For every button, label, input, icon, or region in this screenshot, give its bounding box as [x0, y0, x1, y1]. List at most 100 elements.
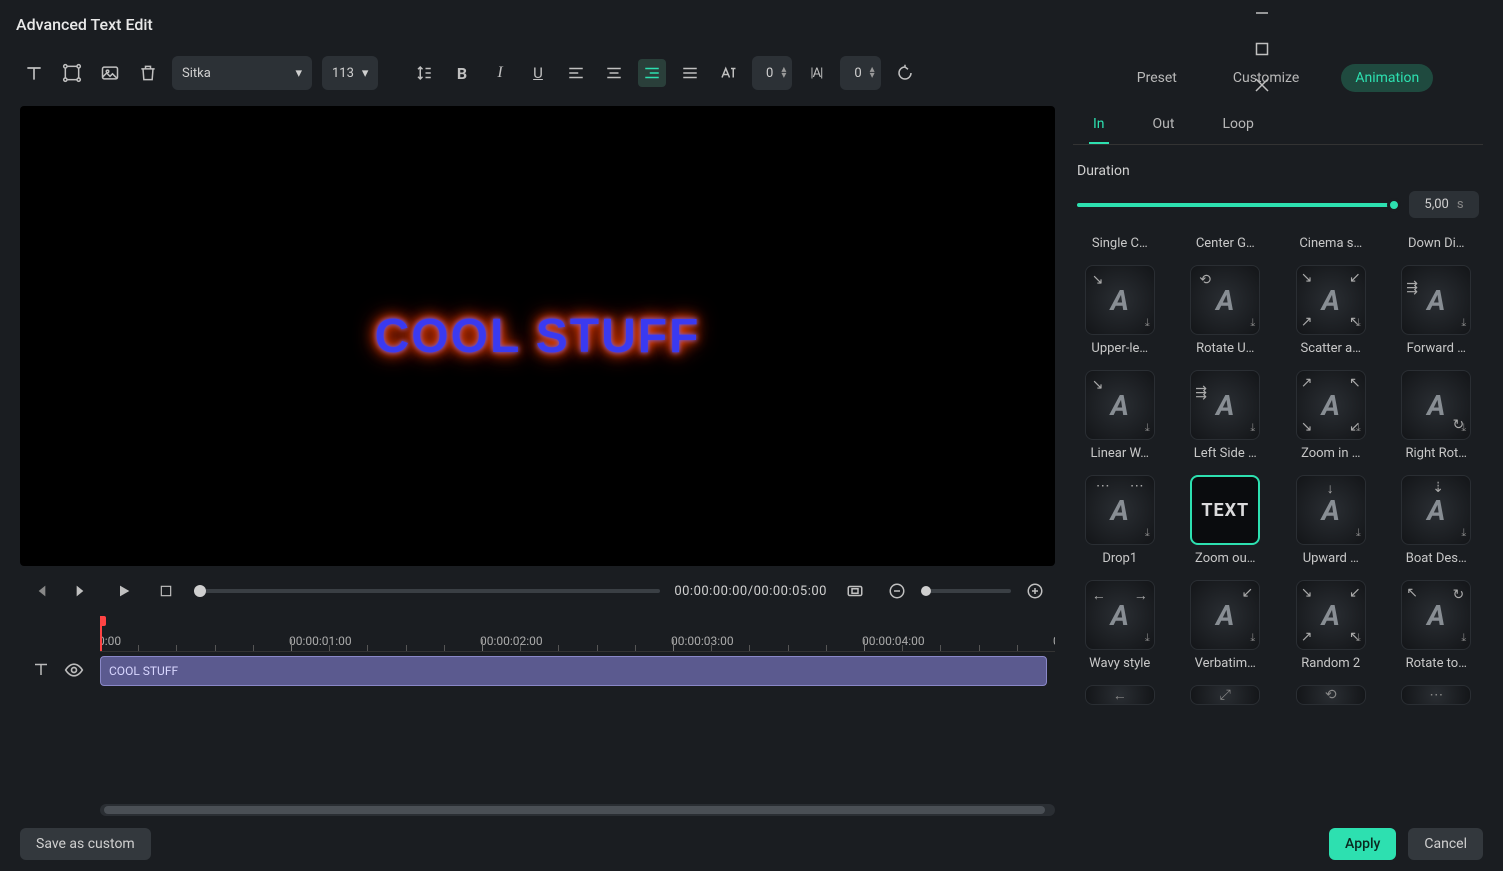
cancel-button[interactable]: Cancel	[1408, 828, 1483, 860]
track-body[interactable]: COOL STUFF	[100, 652, 1055, 798]
animation-item[interactable]: A⇶⤓Forward …	[1394, 265, 1480, 356]
align-right-button[interactable]	[638, 59, 666, 87]
playhead[interactable]	[100, 616, 102, 652]
animation-item[interactable]: A⟲⤓Rotate U…	[1183, 265, 1269, 356]
spinner-icon[interactable]: ▴▾	[870, 67, 875, 79]
animation-thumb[interactable]: TEXT	[1190, 475, 1260, 545]
animation-thumb[interactable]: A↘⤓	[1085, 370, 1155, 440]
tab-customize[interactable]: Customize	[1219, 64, 1313, 92]
text-tool-icon[interactable]	[20, 59, 48, 87]
delete-icon[interactable]	[134, 59, 162, 87]
font-size-select[interactable]: 113 ▾	[322, 56, 378, 90]
timeline-ruler[interactable]: 0:0000:00:01:0000:00:02:0000:00:03:0000:…	[100, 616, 1055, 652]
tab-preset[interactable]: Preset	[1123, 64, 1191, 92]
prev-frame-button[interactable]	[26, 577, 54, 605]
animation-thumb[interactable]: A⇶⤓	[1401, 265, 1471, 335]
animation-item[interactable]: Center G…	[1183, 236, 1269, 251]
animation-item[interactable]: A⇣⤓ Boat Des…	[1394, 475, 1480, 566]
animation-item[interactable]: A↘↙↗↖⤓Scatter a…	[1288, 265, 1374, 356]
duration-slider[interactable]	[1077, 203, 1395, 207]
animation-item[interactable]: A↓⤓Upward …	[1288, 475, 1374, 566]
animation-thumb[interactable]: A⇣⤓	[1401, 475, 1471, 545]
transform-tool-icon[interactable]	[58, 59, 86, 87]
image-tool-icon[interactable]	[96, 59, 124, 87]
animation-item[interactable]: A↙⤓Verbatim…	[1183, 580, 1269, 671]
animation-item[interactable]: TEXT Zoom ou…	[1183, 475, 1269, 566]
animation-item[interactable]: A↗↖↘↙⤓Zoom in …	[1288, 370, 1374, 461]
animation-item[interactable]: ←	[1077, 685, 1163, 705]
download-icon: ⤓	[1145, 526, 1150, 540]
animation-thumb[interactable]: A⋯⋯⤓	[1085, 475, 1155, 545]
bold-button[interactable]: B	[448, 59, 476, 87]
animation-thumb[interactable]: A↘⤓	[1085, 265, 1155, 335]
char-spacing-value: 0	[766, 66, 773, 81]
animation-thumb[interactable]: A↻⤓	[1401, 370, 1471, 440]
timeline-clip[interactable]: COOL STUFF	[100, 656, 1047, 686]
animation-item[interactable]: A↘↙↗↖⤓Random 2	[1288, 580, 1374, 671]
animation-item[interactable]: Down Di…	[1394, 236, 1480, 251]
tab-animation[interactable]: Animation	[1341, 64, 1433, 92]
animation-label: Upper-le…	[1091, 341, 1148, 356]
visibility-icon[interactable]	[64, 660, 84, 684]
animation-thumb[interactable]: A↖↻⤓	[1401, 580, 1471, 650]
download-icon: ⤓	[1461, 316, 1466, 330]
animation-item[interactable]: A↘⤓ Upper-le…	[1077, 265, 1163, 356]
subtab-in[interactable]: In	[1089, 108, 1109, 144]
italic-button[interactable]: I	[486, 59, 514, 87]
animation-item[interactable]: ⟲	[1288, 685, 1374, 705]
animation-thumb[interactable]: A↘↙↗↖⤓	[1296, 265, 1366, 335]
animation-item[interactable]: A←→⤓Wavy style	[1077, 580, 1163, 671]
align-justify-button[interactable]	[676, 59, 704, 87]
animation-label: Single C…	[1092, 236, 1148, 251]
animation-thumb[interactable]: A⇶⤓	[1190, 370, 1260, 440]
animation-thumb[interactable]: A↗↖↘↙⤓	[1296, 370, 1366, 440]
animation-item[interactable]: ⋯	[1394, 685, 1480, 705]
char-spacing-input[interactable]: 0 ▴▾	[752, 56, 792, 90]
animation-item[interactable]: Cinema s…	[1288, 236, 1374, 251]
zoom-slider[interactable]	[921, 589, 1011, 593]
line-spacing-input[interactable]: 0 ▴▾	[840, 56, 880, 90]
underline-button[interactable]: U	[524, 59, 552, 87]
animation-item[interactable]: A⋯⋯⤓Drop1	[1077, 475, 1163, 566]
minimize-button[interactable]	[1255, 6, 1269, 20]
animation-item[interactable]: A↻⤓Right Rot…	[1394, 370, 1480, 461]
animation-label: Boat Des…	[1406, 551, 1467, 566]
play-button[interactable]	[110, 577, 138, 605]
subtab-loop[interactable]: Loop	[1218, 108, 1257, 144]
animation-item[interactable]: A↘⤓Linear W…	[1077, 370, 1163, 461]
timeline-scrollbar[interactable]	[100, 804, 1055, 816]
spinner-icon[interactable]: ▴▾	[781, 67, 786, 79]
duration-value-box[interactable]: 5,00 s	[1409, 191, 1479, 218]
apply-button[interactable]: Apply	[1329, 828, 1396, 860]
animation-item[interactable]: A↖↻⤓Rotate to…	[1394, 580, 1480, 671]
reset-format-icon[interactable]	[891, 59, 919, 87]
align-center-button[interactable]	[600, 59, 628, 87]
text-case-icon[interactable]	[714, 59, 742, 87]
crop-icon[interactable]	[841, 577, 869, 605]
playback-slider[interactable]	[194, 589, 660, 593]
animation-thumb[interactable]: A↓⤓	[1296, 475, 1366, 545]
animation-thumb[interactable]: A←→⤓	[1085, 580, 1155, 650]
animation-thumb[interactable]: A↙⤓	[1190, 580, 1260, 650]
preview-text[interactable]: COOL STUFF	[375, 309, 701, 364]
letter-spacing-icon[interactable]: |A|	[802, 59, 830, 87]
transport-bar: 00:00:00:00/00:00:05:00	[20, 566, 1055, 616]
download-icon: ⤓	[1461, 631, 1466, 645]
animation-item[interactable]: Single C…	[1077, 236, 1163, 251]
stop-button[interactable]	[152, 577, 180, 605]
animation-thumb[interactable]: A⟲⤓	[1190, 265, 1260, 335]
subtab-out[interactable]: Out	[1149, 108, 1179, 144]
duration-label: Duration	[1077, 163, 1479, 179]
animation-label: Zoom ou…	[1195, 551, 1255, 566]
zoom-out-button[interactable]	[883, 577, 911, 605]
preview-canvas[interactable]: COOL STUFF	[20, 106, 1055, 566]
next-frame-button[interactable]	[68, 577, 96, 605]
animation-item[interactable]: ⤢	[1183, 685, 1269, 705]
font-family-select[interactable]: Sitka ▾	[172, 56, 312, 90]
line-height-icon[interactable]	[410, 59, 438, 87]
zoom-in-button[interactable]	[1021, 577, 1049, 605]
animation-thumb[interactable]: A↘↙↗↖⤓	[1296, 580, 1366, 650]
save-as-custom-button[interactable]: Save as custom	[20, 828, 151, 860]
animation-item[interactable]: A⇶⤓Left Side …	[1183, 370, 1269, 461]
align-left-button[interactable]	[562, 59, 590, 87]
